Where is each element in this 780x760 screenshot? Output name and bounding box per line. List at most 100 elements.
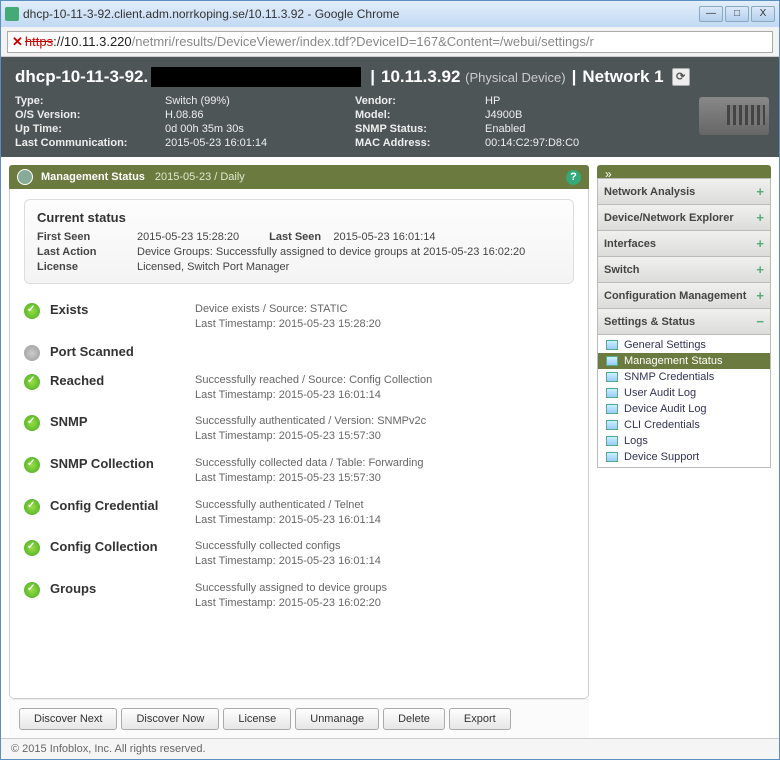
lastseen-key: Last Seen	[269, 231, 321, 243]
check-icon	[24, 374, 40, 390]
sidebar-section[interactable]: Switch+	[597, 256, 771, 283]
status-row: ExistsDevice exists / Source: STATICLast…	[24, 296, 574, 338]
list-icon	[606, 372, 618, 382]
lastaction-val: Device Groups: Successfully assigned to …	[137, 246, 561, 258]
sidebar-item[interactable]: Management Status	[598, 353, 770, 369]
mac-key: MAC Address:	[355, 137, 475, 149]
snmp-key: SNMP Status:	[355, 123, 475, 135]
redacted-hostname	[151, 67, 361, 87]
status-desc: Successfully assigned to device groupsLa…	[195, 581, 387, 611]
export-button[interactable]: Export	[449, 708, 511, 730]
unmanage-button[interactable]: Unmanage	[295, 708, 379, 730]
close-button[interactable]: X	[751, 6, 775, 22]
status-row: GroupsSuccessfully assigned to device gr…	[24, 575, 574, 617]
check-icon	[24, 582, 40, 598]
sidebar-section[interactable]: Network Analysis+	[597, 178, 771, 205]
check-icon	[24, 540, 40, 556]
url-scheme: https	[25, 34, 53, 49]
license-val: Licensed, Switch Port Manager	[137, 261, 561, 273]
sidebar-section[interactable]: Device/Network Explorer+	[597, 204, 771, 231]
sidebar-section[interactable]: Settings & Status−	[597, 308, 771, 335]
help-button[interactable]: ?	[566, 170, 581, 185]
lastseen-val: 2015-05-23 16:01:14	[333, 231, 435, 243]
url-domain: ://10.11.3.220	[53, 34, 132, 49]
type-key: Type:	[15, 95, 155, 107]
sidebar-item[interactable]: SNMP Credentials	[598, 369, 770, 385]
status-row: ReachedSuccessfully reached / Source: Co…	[24, 367, 574, 409]
lastcomm-val: 2015-05-23 16:01:14	[165, 137, 345, 149]
maximize-button[interactable]: □	[725, 6, 749, 22]
plus-icon: +	[756, 262, 764, 277]
sidebar-item-label: CLI Credentials	[624, 419, 700, 431]
current-status-heading: Current status	[37, 210, 561, 225]
plus-icon: +	[756, 210, 764, 225]
lastcomm-key: Last Communication:	[15, 137, 155, 149]
status-name: Config Credential	[50, 498, 195, 513]
sidebar-item-label: Device Support	[624, 451, 699, 463]
firstseen-key: First Seen	[37, 231, 127, 243]
favicon-icon	[5, 7, 19, 21]
status-desc: Successfully authenticated / Version: SN…	[195, 414, 426, 444]
list-icon	[606, 356, 618, 366]
current-status-box: Current status First Seen 2015-05-23 15:…	[24, 199, 574, 284]
license-button[interactable]: License	[223, 708, 291, 730]
vendor-val: HP	[485, 95, 685, 107]
status-desc: Successfully reached / Source: Config Co…	[195, 373, 432, 403]
sidebar-item[interactable]: Device Audit Log	[598, 401, 770, 417]
sidebar-item[interactable]: CLI Credentials	[598, 417, 770, 433]
insecure-icon: ✕	[12, 34, 23, 50]
status-name: Exists	[50, 302, 195, 317]
sidebar-item-label: General Settings	[624, 339, 706, 351]
os-val: H.08.86	[165, 109, 345, 121]
device-ip: 10.11.3.92	[381, 67, 460, 87]
sidebar-item[interactable]: Device Support	[598, 449, 770, 465]
minimize-button[interactable]: —	[699, 6, 723, 22]
status-row: Config CollectionSuccessfully collected …	[24, 533, 574, 575]
status-name: Config Collection	[50, 539, 195, 554]
sidebar-item-label: Management Status	[624, 355, 722, 367]
network-label: Network 1	[582, 67, 663, 87]
type-val: Switch (99%)	[165, 95, 345, 107]
globe-icon	[17, 169, 33, 185]
vendor-key: Vendor:	[355, 95, 475, 107]
check-icon	[24, 415, 40, 431]
device-physical: (Physical Device)	[465, 70, 565, 85]
status-row: SNMPSuccessfully authenticated / Version…	[24, 408, 574, 450]
refresh-button[interactable]: ⟳	[672, 68, 690, 86]
model-key: Model:	[355, 109, 475, 121]
discover-now-button[interactable]: Discover Now	[121, 708, 219, 730]
check-icon	[24, 303, 40, 319]
sidebar-item[interactable]: Logs	[598, 433, 770, 449]
uptime-val: 0d 00h 35m 30s	[165, 123, 345, 135]
sidebar-section[interactable]: Configuration Management+	[597, 282, 771, 309]
discover-next-button[interactable]: Discover Next	[19, 708, 117, 730]
list-icon	[606, 404, 618, 414]
status-row: Port Scanned	[24, 338, 574, 367]
hostname: dhcp-10-11-3-92.	[15, 67, 148, 87]
status-desc: Successfully authenticated / TelnetLast …	[195, 498, 381, 528]
sidebar-section[interactable]: Interfaces+	[597, 230, 771, 257]
list-icon	[606, 340, 618, 350]
url-input[interactable]: ✕ https ://10.11.3.220 /netmri/results/D…	[7, 31, 773, 53]
os-key: O/S Version:	[15, 109, 155, 121]
window-titlebar: dhcp-10-11-3-92.client.adm.norrkoping.se…	[1, 1, 779, 27]
snmp-val: Enabled	[485, 123, 685, 135]
delete-button[interactable]: Delete	[383, 708, 445, 730]
status-name: SNMP	[50, 414, 195, 429]
list-icon	[606, 388, 618, 398]
list-icon	[606, 420, 618, 430]
mac-val: 00:14:C2:97:D8:C0	[485, 137, 685, 149]
plus-icon: +	[756, 184, 764, 199]
panel-date: 2015-05-23 / Daily	[155, 171, 245, 183]
status-name: Port Scanned	[50, 344, 195, 359]
status-name: SNMP Collection	[50, 456, 195, 471]
firstseen-val: 2015-05-23 15:28:20	[137, 231, 239, 243]
sidebar-item[interactable]: General Settings	[598, 337, 770, 353]
uptime-key: Up Time:	[15, 123, 155, 135]
status-desc: Device exists / Source: STATICLast Times…	[195, 302, 381, 332]
sidebar-item[interactable]: User Audit Log	[598, 385, 770, 401]
plus-icon: +	[756, 236, 764, 251]
sidebar-item-label: SNMP Credentials	[624, 371, 714, 383]
status-name: Reached	[50, 373, 195, 388]
status-row: Config CredentialSuccessfully authentica…	[24, 492, 574, 534]
